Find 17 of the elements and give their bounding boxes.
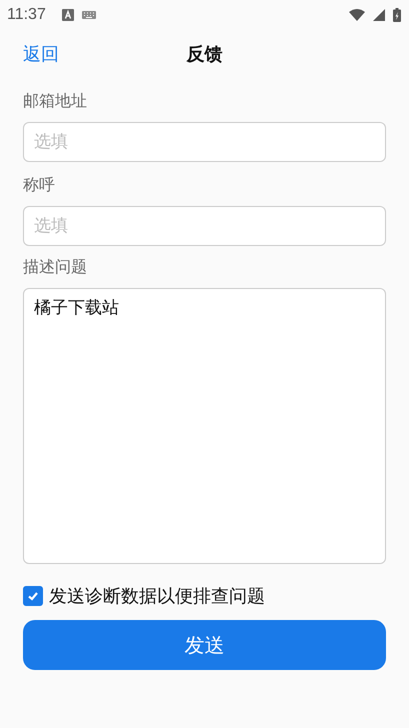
page-title: 反馈 xyxy=(186,43,222,66)
signal-icon xyxy=(373,9,385,21)
battery-icon xyxy=(393,8,401,22)
keyboard-letter-icon xyxy=(62,9,74,21)
checkbox[interactable] xyxy=(23,586,43,606)
keyboard-icon xyxy=(82,11,96,19)
input-field[interactable]: 选填 xyxy=(23,206,386,246)
text-area[interactable]: 橘子下载站 xyxy=(23,288,386,564)
input-field[interactable]: 选填 xyxy=(23,122,386,162)
field-label: 邮箱地址 xyxy=(23,91,87,112)
status-time: 11:37 xyxy=(7,6,46,24)
field-label: 称呼 xyxy=(23,175,55,196)
field-label: 描述问题 xyxy=(23,257,87,278)
back-link[interactable]: 返回 xyxy=(23,42,59,66)
checkbox-label: 发送诊断数据以便排查问题 xyxy=(49,585,265,608)
wifi-icon xyxy=(349,9,365,21)
send-button[interactable]: 发送 xyxy=(23,620,386,670)
